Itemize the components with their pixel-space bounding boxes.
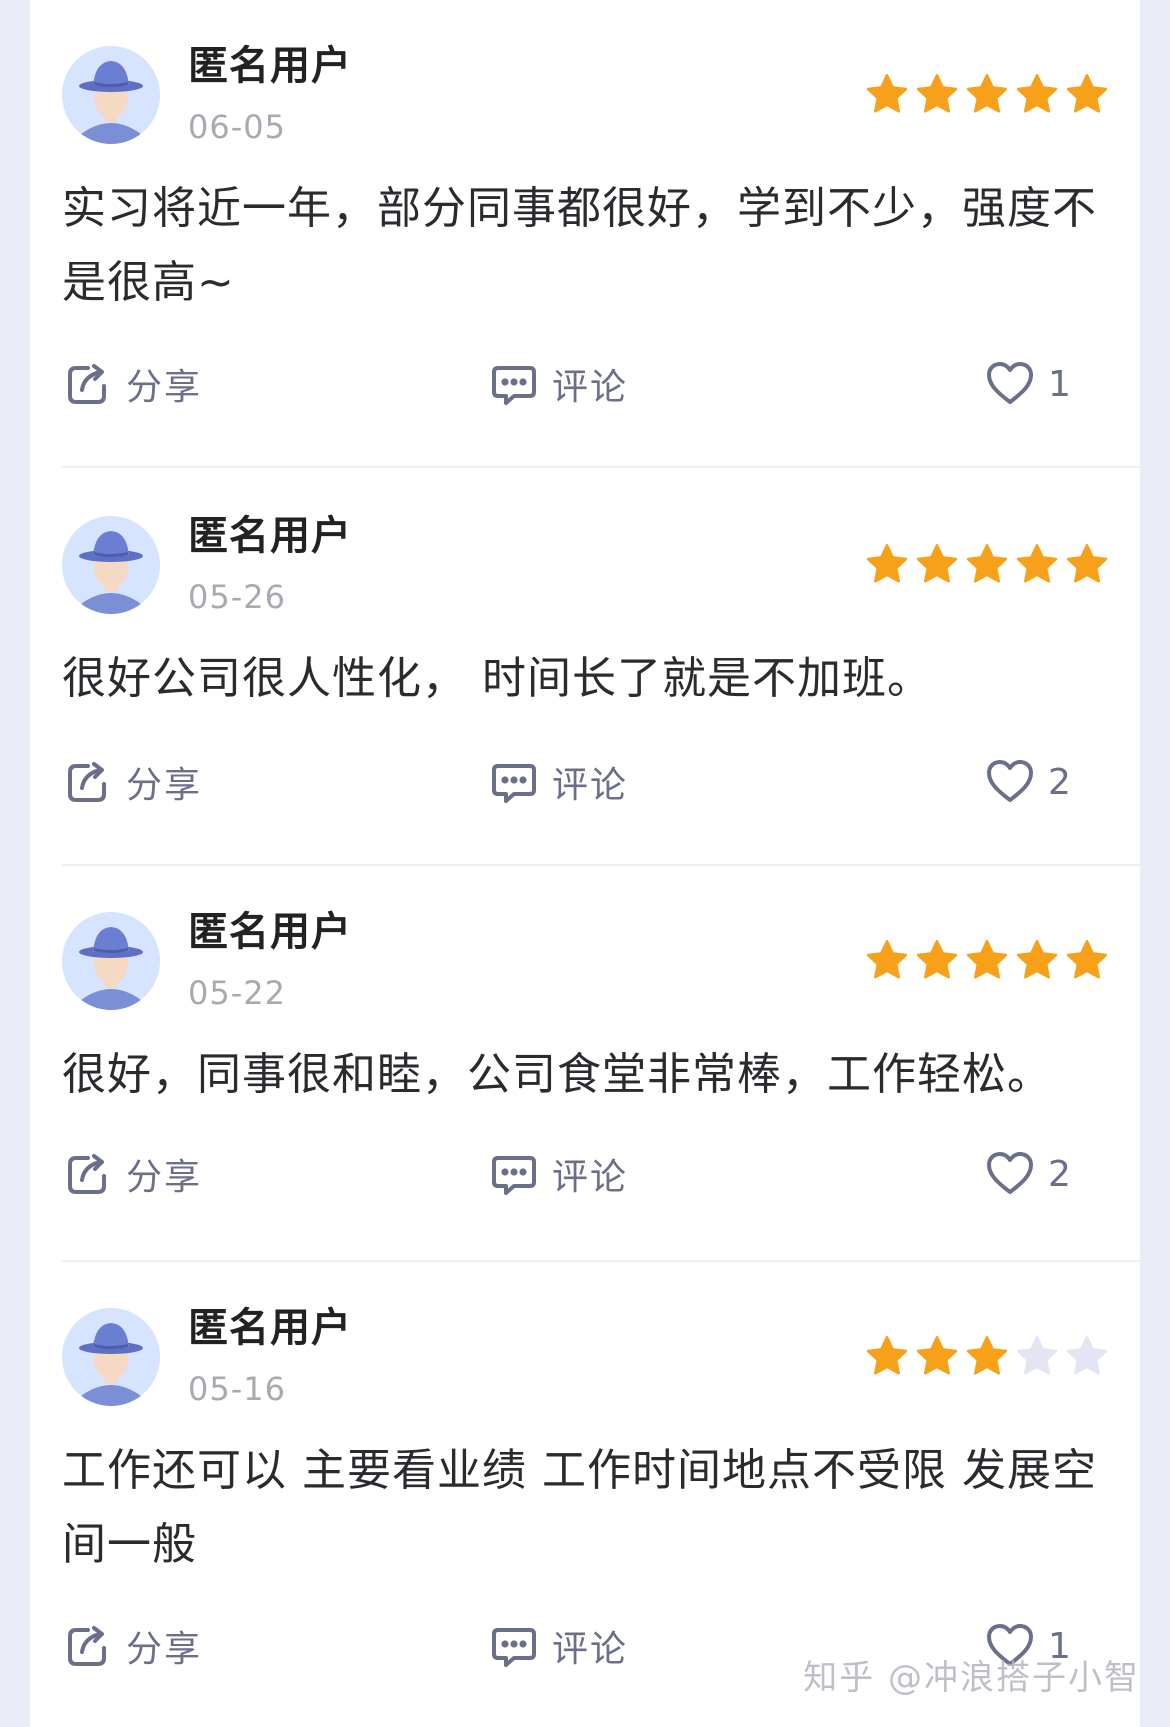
star-filled-icon bbox=[1066, 940, 1108, 979]
like-button[interactable]: 2 bbox=[984, 754, 1073, 810]
review-date: 06-05 bbox=[188, 108, 286, 146]
star-filled-icon bbox=[966, 544, 1008, 583]
star-empty-icon bbox=[1016, 1336, 1058, 1375]
review-actions: 分享 评论 2 bbox=[62, 754, 1102, 810]
share-button[interactable]: 分享 bbox=[62, 754, 202, 810]
share-icon bbox=[62, 756, 114, 808]
avatar[interactable] bbox=[62, 516, 160, 614]
review-username: 匿名用户 bbox=[188, 1305, 352, 1351]
heart-icon bbox=[984, 1148, 1036, 1200]
star-filled-icon bbox=[916, 1336, 958, 1375]
share-button[interactable]: 分享 bbox=[62, 1618, 202, 1674]
avatar[interactable] bbox=[62, 46, 160, 144]
review-item: 匿名用户 05-22 很好，同事很和睦，公司食堂非常棒，工作轻松。 分享 评论 … bbox=[30, 866, 1140, 1262]
star-filled-icon bbox=[1016, 544, 1058, 583]
star-filled-icon bbox=[866, 544, 908, 583]
review-date: 05-22 bbox=[188, 974, 286, 1012]
comment-label: 评论 bbox=[552, 1157, 629, 1198]
review-content: 实习将近一年，部分同事都很好，学到不少，强度不是很高~ bbox=[62, 183, 1097, 308]
comment-label: 评论 bbox=[552, 1629, 629, 1670]
like-button[interactable]: 1 bbox=[984, 356, 1073, 412]
rating-stars bbox=[865, 72, 1115, 116]
rating-stars bbox=[865, 542, 1115, 586]
star-filled-icon bbox=[866, 940, 908, 979]
comment-label: 评论 bbox=[552, 367, 629, 408]
comment-icon bbox=[488, 1620, 540, 1672]
star-filled-icon bbox=[966, 1336, 1008, 1375]
share-icon bbox=[62, 1620, 114, 1672]
review-username: 匿名用户 bbox=[188, 513, 352, 559]
divider bbox=[62, 466, 1140, 468]
review-date: 05-26 bbox=[188, 578, 286, 616]
review-content: 工作还可以 主要看业绩 工作时间地点不受限 发展空间一般 bbox=[62, 1445, 1097, 1570]
star-filled-icon bbox=[1016, 940, 1058, 979]
comment-label: 评论 bbox=[552, 765, 629, 806]
star-filled-icon bbox=[916, 74, 958, 113]
review-item: 匿名用户 06-05 实习将近一年，部分同事都很好，学到不少，强度不是很高~ 分… bbox=[30, 0, 1140, 470]
review-list: 匿名用户 06-05 实习将近一年，部分同事都很好，学到不少，强度不是很高~ 分… bbox=[30, 0, 1140, 1727]
like-count: 2 bbox=[1048, 761, 1073, 803]
share-label: 分享 bbox=[126, 765, 203, 806]
share-icon bbox=[62, 1148, 114, 1200]
rating-stars bbox=[865, 1334, 1115, 1378]
star-filled-icon bbox=[1066, 74, 1108, 113]
comment-icon bbox=[488, 756, 540, 808]
star-filled-icon bbox=[866, 74, 908, 113]
star-filled-icon bbox=[866, 1336, 908, 1375]
share-button[interactable]: 分享 bbox=[62, 1146, 202, 1202]
heart-icon bbox=[984, 358, 1036, 410]
review-content: 很好公司很人性化， 时间长了就是不加班。 bbox=[62, 653, 932, 704]
star-filled-icon bbox=[1016, 74, 1058, 113]
comment-icon bbox=[488, 1148, 540, 1200]
watermark: 知乎 @冲浪搭子小智 bbox=[803, 1658, 1140, 1698]
review-content: 很好，同事很和睦，公司食堂非常棒，工作轻松。 bbox=[62, 1049, 1052, 1100]
like-count: 1 bbox=[1048, 363, 1073, 405]
share-icon bbox=[62, 358, 114, 410]
star-filled-icon bbox=[966, 74, 1008, 113]
review-actions: 分享 评论 1 bbox=[62, 356, 1102, 412]
review-date: 05-16 bbox=[188, 1370, 286, 1408]
like-button[interactable]: 2 bbox=[984, 1146, 1073, 1202]
rating-stars bbox=[865, 938, 1115, 982]
review-username: 匿名用户 bbox=[188, 909, 352, 955]
like-count: 2 bbox=[1048, 1153, 1073, 1195]
avatar[interactable] bbox=[62, 912, 160, 1010]
comment-button[interactable]: 评论 bbox=[488, 356, 628, 412]
review-item: 匿名用户 05-26 很好公司很人性化， 时间长了就是不加班。 分享 评论 2 bbox=[30, 470, 1140, 866]
review-username: 匿名用户 bbox=[188, 43, 352, 89]
avatar[interactable] bbox=[62, 1308, 160, 1406]
star-filled-icon bbox=[966, 940, 1008, 979]
review-actions: 分享 评论 2 bbox=[62, 1146, 1102, 1202]
star-empty-icon bbox=[1066, 1336, 1108, 1375]
star-filled-icon bbox=[916, 544, 958, 583]
share-button[interactable]: 分享 bbox=[62, 356, 202, 412]
star-filled-icon bbox=[1066, 544, 1108, 583]
comment-button[interactable]: 评论 bbox=[488, 754, 628, 810]
share-label: 分享 bbox=[126, 367, 203, 408]
heart-icon bbox=[984, 756, 1036, 808]
comment-icon bbox=[488, 358, 540, 410]
comment-button[interactable]: 评论 bbox=[488, 1146, 628, 1202]
share-label: 分享 bbox=[126, 1629, 203, 1670]
share-label: 分享 bbox=[126, 1157, 203, 1198]
star-filled-icon bbox=[916, 940, 958, 979]
comment-button[interactable]: 评论 bbox=[488, 1618, 628, 1674]
